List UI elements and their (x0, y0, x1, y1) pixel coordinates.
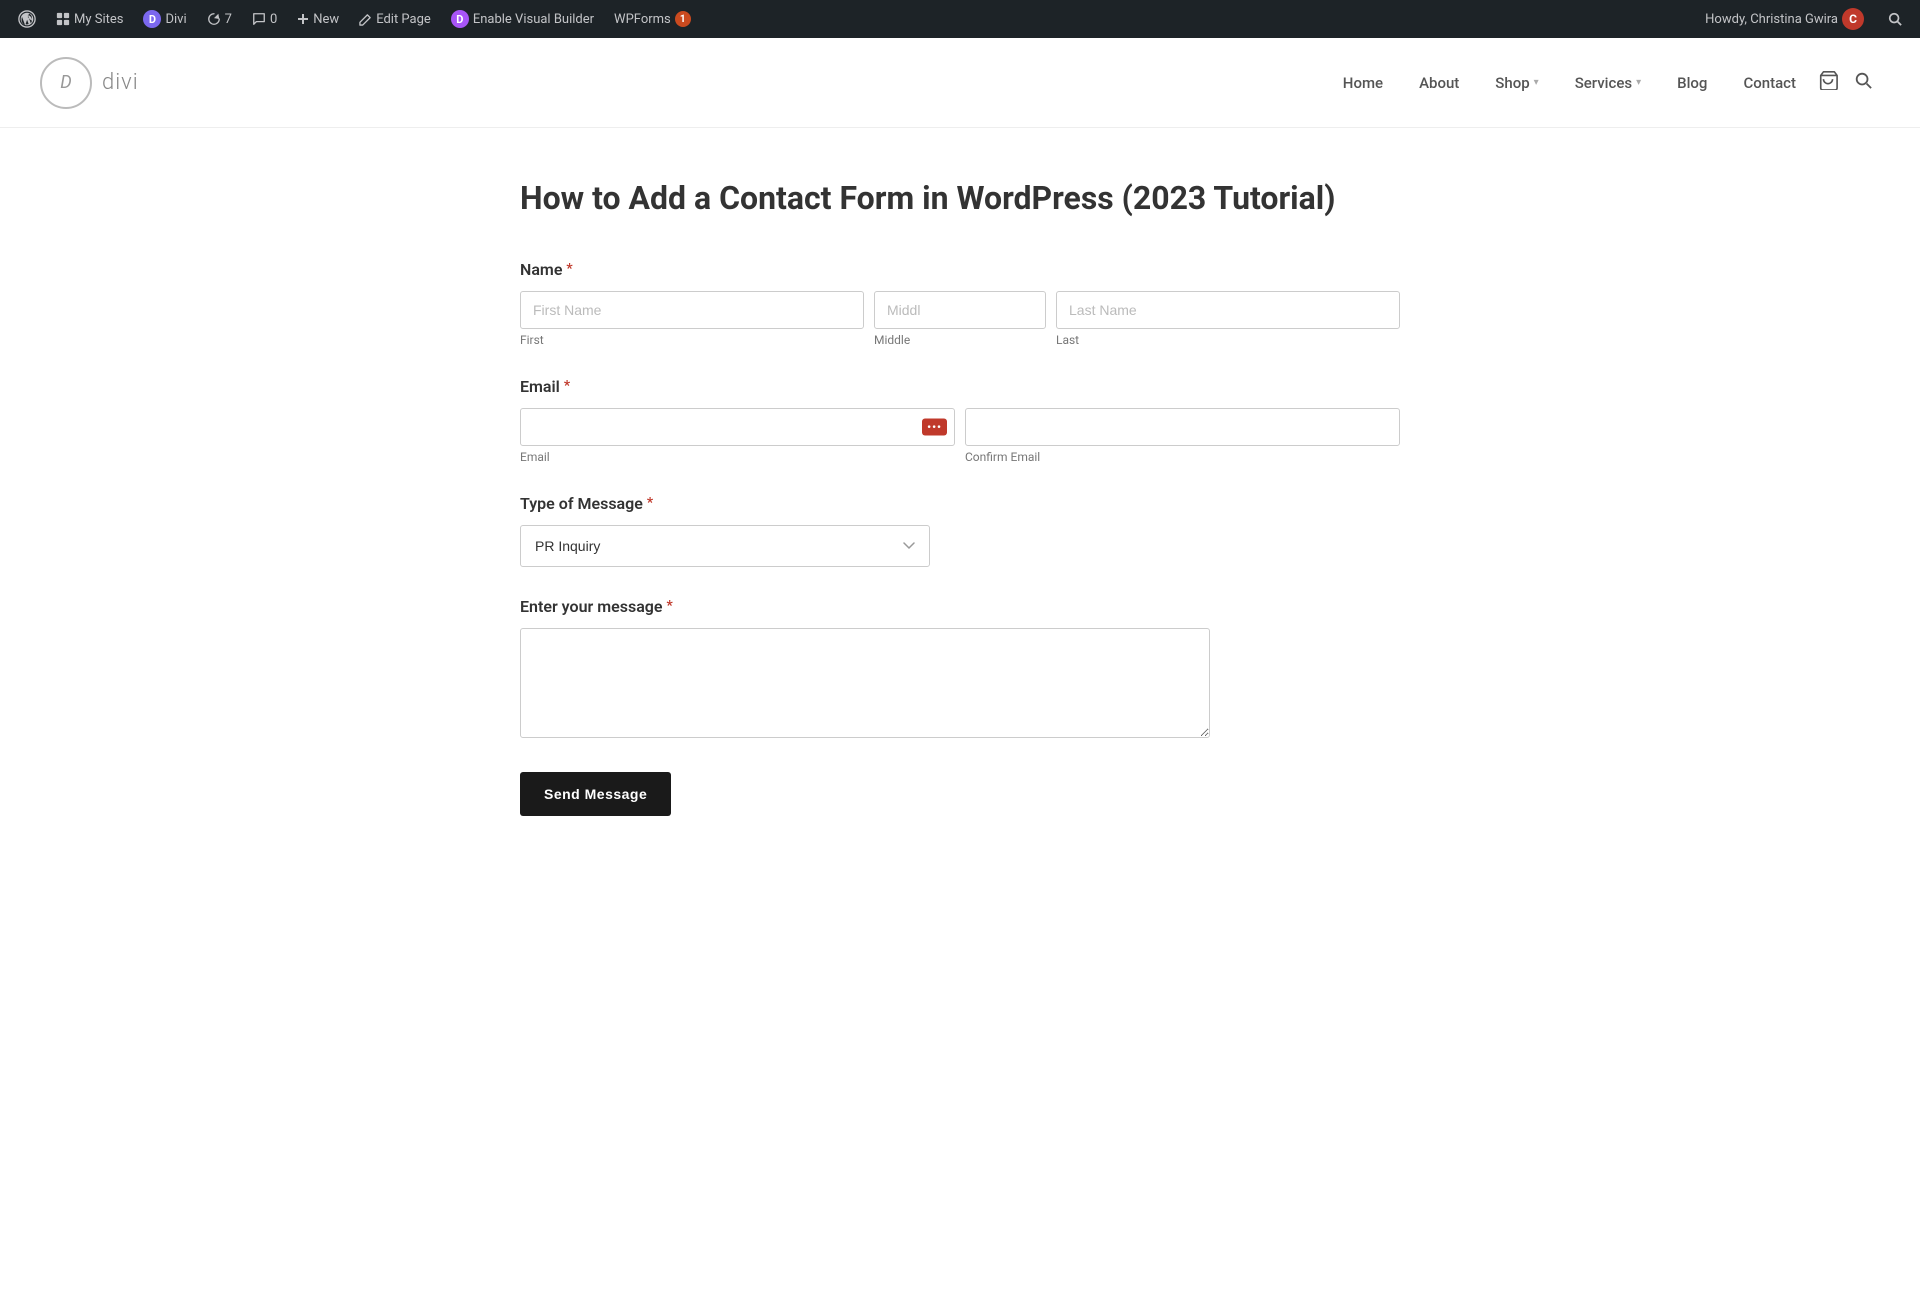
email-section: Email * ••• Email Confirm Email (520, 377, 1400, 464)
name-fields: First Middle Last (520, 291, 1400, 347)
email-label-text: Email (520, 377, 560, 396)
updates-icon (207, 12, 221, 26)
comments-count: 0 (270, 12, 277, 27)
logo-circle: D (40, 57, 92, 109)
email-dots-badge: ••• (922, 418, 947, 435)
wp-logo-item[interactable] (10, 0, 44, 38)
divi-item[interactable]: D Divi (135, 0, 194, 38)
message-type-section: Type of Message * PR Inquiry General Inq… (520, 494, 1400, 567)
howdy-text: Howdy, Christina Gwira (1705, 12, 1838, 27)
nav-services[interactable]: Services ▾ (1561, 66, 1655, 100)
main-content: How to Add a Contact Form in WordPress (… (480, 178, 1440, 816)
nav-about-label: About (1419, 74, 1459, 92)
wpforms-badge: 1 (675, 11, 691, 27)
search-admin-icon (1888, 12, 1902, 26)
nav-shop-label: Shop (1495, 74, 1529, 92)
cart-icon[interactable] (1818, 70, 1838, 95)
shop-chevron-icon: ▾ (1534, 77, 1539, 88)
comments-item[interactable]: 0 (244, 0, 285, 38)
my-sites-label: My Sites (74, 12, 123, 27)
divi-label: Divi (165, 12, 186, 27)
wpforms-label: WPForms (614, 12, 671, 27)
first-name-wrap: First (520, 291, 864, 347)
evb-icon: D (451, 10, 469, 28)
page-title: How to Add a Contact Form in WordPress (… (520, 178, 1400, 220)
email-input[interactable] (520, 408, 955, 446)
wp-logo-icon (18, 10, 36, 28)
nav-shop[interactable]: Shop ▾ (1481, 66, 1552, 100)
site-nav: Home About Shop ▾ Services ▾ Blog Contac… (1329, 63, 1880, 102)
services-chevron-icon: ▾ (1636, 77, 1641, 88)
edit-icon (359, 13, 372, 26)
confirm-email-field-wrap: Confirm Email (965, 408, 1400, 464)
message-label: Enter your message * (520, 597, 1400, 616)
enable-visual-builder-label: Enable Visual Builder (473, 12, 594, 27)
message-type-label: Type of Message * (520, 494, 1400, 513)
admin-bar-right: Howdy, Christina Gwira C (1697, 0, 1910, 38)
nav-contact[interactable]: Contact (1729, 66, 1810, 100)
search-nav-icon[interactable] (1846, 63, 1880, 102)
edit-page-label: Edit Page (376, 12, 431, 27)
enable-visual-builder-item[interactable]: D Enable Visual Builder (443, 0, 602, 38)
last-name-wrap: Last (1056, 291, 1400, 347)
email-required-star: * (564, 378, 570, 394)
new-label: New (313, 12, 339, 27)
confirm-email-sublabel: Confirm Email (965, 450, 1400, 464)
last-name-input[interactable] (1056, 291, 1400, 329)
nav-services-label: Services (1575, 74, 1632, 92)
comments-icon (252, 12, 266, 26)
nav-contact-label: Contact (1743, 74, 1796, 92)
last-name-sublabel: Last (1056, 333, 1400, 347)
message-required-star: * (667, 598, 673, 614)
new-item[interactable]: New (289, 0, 347, 38)
site-logo[interactable]: D divi (40, 57, 139, 109)
nav-blog-label: Blog (1677, 74, 1707, 92)
nav-blog[interactable]: Blog (1663, 66, 1721, 100)
site-header: D divi Home About Shop ▾ Services ▾ Blog (0, 38, 1920, 128)
email-fields: ••• Email Confirm Email (520, 408, 1400, 464)
updates-item[interactable]: 7 (199, 0, 240, 38)
new-icon (297, 13, 309, 25)
message-type-select[interactable]: PR Inquiry General Inquiry Support Other (520, 525, 930, 567)
name-section: Name * First Middle Last (520, 260, 1400, 347)
first-name-sublabel: First (520, 333, 864, 347)
middle-name-wrap: Middle (874, 291, 1046, 347)
nav-home-label: Home (1343, 74, 1383, 92)
message-type-label-text: Type of Message (520, 494, 643, 513)
avatar: C (1842, 8, 1864, 30)
admin-bar: My Sites D Divi 7 0 New Edit Page D Enab… (0, 0, 1920, 38)
email-label: Email * (520, 377, 1400, 396)
logo-letter: D (60, 72, 71, 93)
email-input-container: ••• (520, 408, 955, 446)
nav-about[interactable]: About (1405, 66, 1473, 100)
my-sites-item[interactable]: My Sites (48, 0, 131, 38)
message-textarea[interactable] (520, 628, 1210, 738)
message-label-text: Enter your message (520, 597, 663, 616)
edit-page-item[interactable]: Edit Page (351, 0, 439, 38)
name-label-text: Name (520, 260, 562, 279)
middle-name-input[interactable] (874, 291, 1046, 329)
message-type-required-star: * (647, 495, 653, 511)
send-section: Send Message (520, 772, 1400, 816)
confirm-email-input[interactable] (965, 408, 1400, 446)
email-field-wrap: ••• Email (520, 408, 955, 464)
email-sublabel: Email (520, 450, 955, 464)
name-label: Name * (520, 260, 1400, 279)
wpforms-item[interactable]: WPForms 1 (606, 0, 699, 38)
logo-text: divi (102, 70, 139, 95)
send-button[interactable]: Send Message (520, 772, 671, 816)
first-name-input[interactable] (520, 291, 864, 329)
divi-icon: D (143, 10, 161, 28)
middle-name-sublabel: Middle (874, 333, 1046, 347)
message-section: Enter your message * (520, 597, 1400, 742)
howdy-item[interactable]: Howdy, Christina Gwira C (1697, 0, 1872, 38)
admin-bar-left: My Sites D Divi 7 0 New Edit Page D Enab… (10, 0, 1697, 38)
updates-count: 7 (225, 12, 232, 27)
name-required-star: * (566, 261, 572, 277)
my-sites-icon (56, 12, 70, 26)
nav-home[interactable]: Home (1329, 66, 1397, 100)
page-wrapper: D divi Home About Shop ▾ Services ▾ Blog (0, 38, 1920, 816)
search-admin-item[interactable] (1880, 0, 1910, 38)
